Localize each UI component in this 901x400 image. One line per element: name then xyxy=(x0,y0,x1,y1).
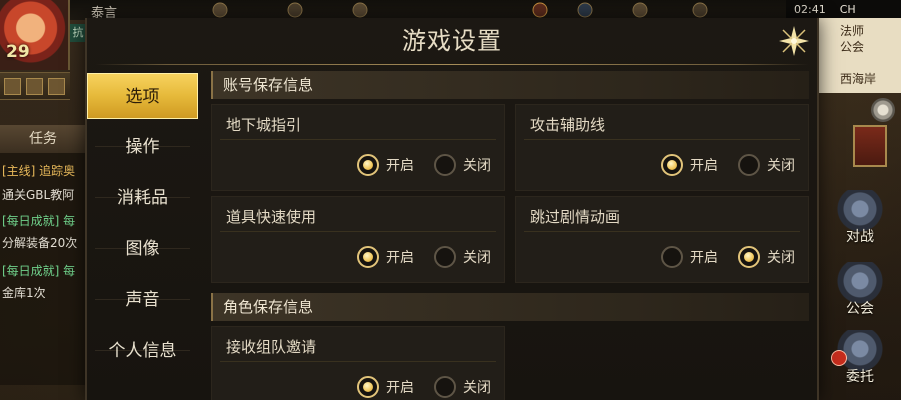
card-divider xyxy=(524,139,800,140)
clock-text: 02:41 xyxy=(794,2,826,16)
settings-nav: 选项 操作 消耗品 图像 声音 个人信息 xyxy=(87,71,198,400)
player-tag: 抗 xyxy=(70,24,86,42)
quest-line[interactable]: 通关GBL教阿 xyxy=(2,186,86,203)
radio-off[interactable]: 关闭 xyxy=(738,153,795,177)
radio-unchecked-icon xyxy=(434,376,456,398)
title-divider xyxy=(95,64,809,65)
radio-label: 开启 xyxy=(386,380,414,396)
battle-button[interactable]: 对战 xyxy=(825,190,895,248)
dialog-title: 游戏设置 xyxy=(402,27,502,55)
radio-on[interactable]: 开启 xyxy=(357,375,414,399)
gear-icon[interactable] xyxy=(871,98,895,122)
radio-checked-icon xyxy=(661,154,683,176)
radio-on[interactable]: 开启 xyxy=(661,245,718,269)
quickslot-icon[interactable] xyxy=(4,78,21,95)
radio-label: 关闭 xyxy=(767,158,795,174)
location-sign: 法师 公会 西海岸 xyxy=(815,18,901,93)
battle-label: 对战 xyxy=(846,229,874,245)
nav-item-sound[interactable]: 声音 xyxy=(87,277,198,323)
commission-button[interactable]: 委托 xyxy=(825,330,895,388)
radio-unchecked-icon xyxy=(434,154,456,176)
card-divider xyxy=(220,139,496,140)
setting-title: 攻击辅助线 xyxy=(530,116,606,134)
radio-label: 开启 xyxy=(690,158,718,174)
radio-on[interactable]: 开启 xyxy=(661,153,718,177)
setting-card-dungeon-guide: 地下城指引 开启 关闭 xyxy=(211,104,505,191)
close-star-icon[interactable] xyxy=(777,24,811,58)
radio-label: 关闭 xyxy=(767,250,795,266)
radio-off[interactable]: 关闭 xyxy=(434,245,491,269)
nav-item-consumables[interactable]: 消耗品 xyxy=(87,175,198,221)
notification-badge xyxy=(831,350,847,366)
radio-label: 关闭 xyxy=(463,380,491,396)
radio-off[interactable]: 关闭 xyxy=(738,245,795,269)
radio-checked-icon xyxy=(357,154,379,176)
quest-panel-title[interactable]: 任务 xyxy=(0,125,86,153)
card-divider xyxy=(220,231,496,232)
setting-card-skip-cutscene: 跳过剧情动画 开启 关闭 xyxy=(515,196,809,283)
setting-card-party-invite: 接收组队邀请 开启 关闭 xyxy=(211,326,505,400)
quest-line[interactable]: 分解装备20次 xyxy=(2,234,86,251)
setting-title: 跳过剧情动画 xyxy=(530,208,621,226)
radio-label: 开启 xyxy=(386,158,414,174)
radio-unchecked-icon xyxy=(738,154,760,176)
nav-item-options[interactable]: 选项 xyxy=(87,73,198,119)
guild-label: 公会 xyxy=(846,301,874,317)
sign-line: 西海岸 xyxy=(840,72,877,86)
commission-label: 委托 xyxy=(846,369,874,385)
carrier-text: CH xyxy=(839,2,856,16)
sign-line: 公会 xyxy=(840,40,865,54)
nav-item-graphics[interactable]: 图像 xyxy=(87,226,198,272)
radio-label: 开启 xyxy=(690,250,718,266)
temple-icon[interactable] xyxy=(853,125,887,167)
radio-checked-icon xyxy=(357,246,379,268)
guild-button[interactable]: 公会 xyxy=(825,262,895,320)
setting-title: 道具快速使用 xyxy=(226,208,317,226)
radio-on[interactable]: 开启 xyxy=(357,153,414,177)
nav-item-controls[interactable]: 操作 xyxy=(87,124,198,170)
player-avatar[interactable]: 29 xyxy=(0,0,70,70)
top-hud-ornaments xyxy=(212,2,708,18)
radio-label: 关闭 xyxy=(463,250,491,266)
setting-card-attack-assist: 攻击辅助线 开启 关闭 xyxy=(515,104,809,191)
radio-checked-icon xyxy=(738,246,760,268)
device-status-bar: 02:41 CH xyxy=(786,0,901,18)
section-header-character: 角色保存信息 xyxy=(211,293,809,321)
nav-item-personal-info[interactable]: 个人信息 xyxy=(87,328,198,374)
settings-content: 账号保存信息 地下城指引 开启 关闭 攻击辅助线 开启 关闭 道具快速使用 开启… xyxy=(211,71,811,400)
radio-label: 开启 xyxy=(386,250,414,266)
quickslot-icon[interactable] xyxy=(48,78,65,95)
left-quickbar xyxy=(0,72,70,100)
quickslot-icon[interactable] xyxy=(26,78,43,95)
setting-title: 地下城指引 xyxy=(226,116,302,134)
radio-unchecked-icon xyxy=(434,246,456,268)
radio-off[interactable]: 关闭 xyxy=(434,153,491,177)
radio-unchecked-icon xyxy=(661,246,683,268)
radio-label: 关闭 xyxy=(463,158,491,174)
quest-line[interactable]: [每日成就] 每 xyxy=(2,262,86,279)
game-settings-dialog: 游戏设置 选项 操作 消耗品 图像 声音 个人信息 账号保存信息 地下城指引 开… xyxy=(85,18,819,400)
radio-checked-icon xyxy=(357,376,379,398)
quest-line[interactable]: [主线] 追踪奥 xyxy=(2,162,86,179)
setting-card-quick-item: 道具快速使用 开启 关闭 xyxy=(211,196,505,283)
section-header-account: 账号保存信息 xyxy=(211,71,809,99)
quest-line[interactable]: [每日成就] 每 xyxy=(2,212,86,229)
top-hud-bar xyxy=(0,0,901,20)
card-divider xyxy=(524,231,800,232)
player-level: 29 xyxy=(6,42,30,62)
quest-line[interactable]: 金库1次 xyxy=(2,284,86,301)
sign-line: 法师 xyxy=(840,24,865,38)
radio-on[interactable]: 开启 xyxy=(357,245,414,269)
radio-off[interactable]: 关闭 xyxy=(434,375,491,399)
setting-title: 接收组队邀请 xyxy=(226,338,317,356)
card-divider xyxy=(220,361,496,362)
